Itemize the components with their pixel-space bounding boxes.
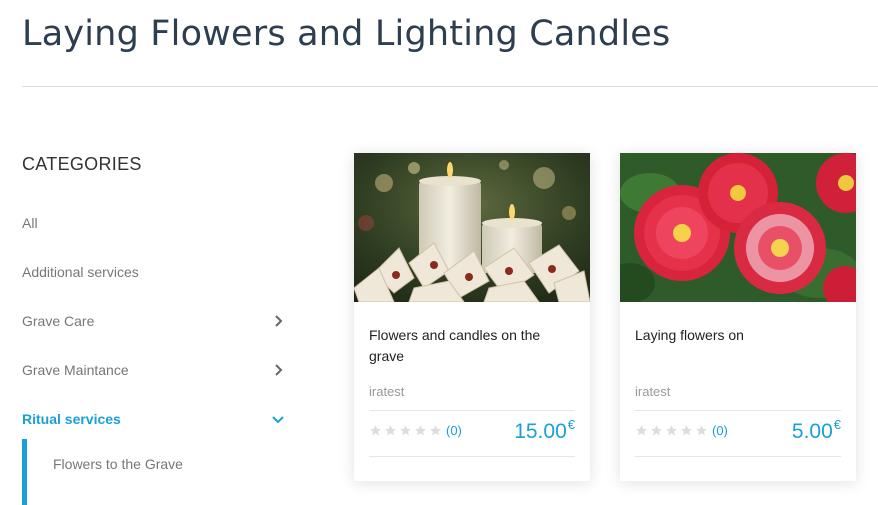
page-title: Laying Flowers and Lighting Candles: [22, 14, 671, 54]
category-label: Grave Care: [22, 312, 95, 329]
category-label: Ritual services: [22, 410, 121, 427]
category-item-ritual-services[interactable]: Ritual services: [22, 394, 292, 443]
category-label: Additional services: [22, 263, 139, 280]
star-icon: [370, 425, 381, 436]
star-icon: [681, 425, 692, 436]
product-price: 5.00€: [792, 417, 841, 444]
currency-symbol: €: [833, 417, 841, 432]
category-item-additional-services[interactable]: Additional services: [22, 247, 292, 296]
category-item-grave-maintance[interactable]: Grave Maintance: [22, 345, 292, 394]
star-icon: [385, 425, 396, 436]
product-image-candles[interactable]: [354, 153, 590, 302]
product-card[interactable]: Laying flowers on iratest (0) 5.00€: [620, 153, 856, 481]
price-value: 15.00: [514, 420, 567, 443]
star-icon: [636, 425, 647, 436]
product-price: 15.00€: [514, 417, 575, 444]
card-divider: [369, 456, 575, 457]
category-item-grave-care[interactable]: Grave Care: [22, 296, 292, 345]
chevron-right-icon[interactable]: [272, 314, 284, 327]
rating-count[interactable]: (0): [712, 423, 728, 438]
category-list: All Additional services Grave Care Grave…: [22, 198, 292, 443]
star-icon: [666, 425, 677, 436]
card-divider: [635, 456, 841, 457]
title-divider: [22, 86, 878, 87]
product-rating: (0): [635, 423, 728, 438]
price-value: 5.00: [791, 420, 833, 443]
star-icon: [651, 425, 662, 436]
card-divider: [369, 410, 575, 411]
categories-heading: CATEGORIES: [22, 154, 142, 174]
card-divider: [635, 410, 841, 411]
product-title[interactable]: Flowers and candles on the grave: [369, 325, 569, 367]
star-icon: [696, 425, 707, 436]
subcategory-item-flowers-to-the-grave[interactable]: Flowers to the Grave: [53, 456, 183, 472]
rating-count[interactable]: (0): [446, 423, 462, 438]
product-vendor: iratest: [369, 384, 405, 399]
category-item-all[interactable]: All: [22, 198, 292, 247]
currency-symbol: €: [567, 417, 575, 432]
product-image-daisies[interactable]: [620, 153, 856, 302]
chevron-down-icon[interactable]: [272, 413, 284, 425]
product-title[interactable]: Laying flowers on: [635, 325, 835, 346]
star-icon: [430, 425, 441, 436]
subcategory-list: Flowers to the Grave: [22, 439, 292, 505]
product-rating: (0): [369, 423, 462, 438]
category-label: All: [22, 214, 38, 231]
product-card[interactable]: Flowers and candles on the grave iratest…: [354, 153, 590, 481]
product-vendor: iratest: [635, 384, 671, 399]
star-icon: [400, 425, 411, 436]
star-icon: [415, 425, 426, 436]
category-label: Grave Maintance: [22, 361, 129, 378]
chevron-right-icon[interactable]: [272, 363, 284, 376]
